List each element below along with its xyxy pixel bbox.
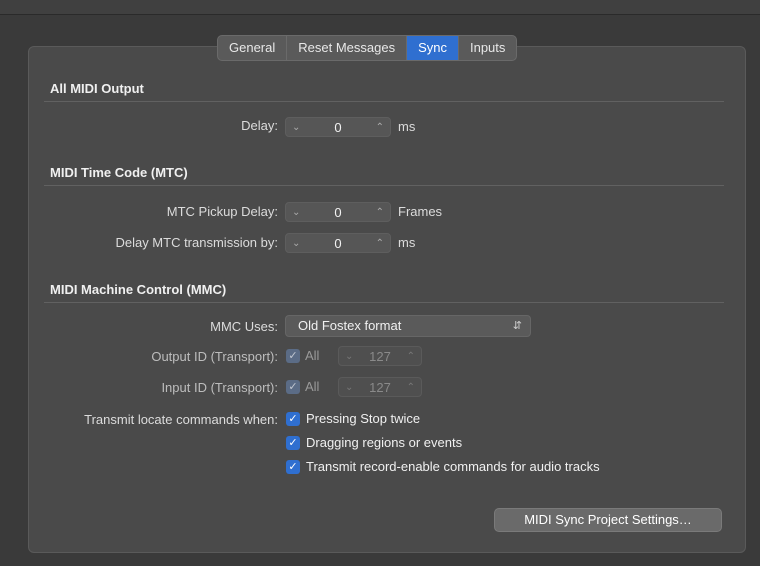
record-enable-commands-label: Transmit record-enable commands for audi…	[306, 459, 600, 474]
tab-general[interactable]: General	[218, 36, 288, 60]
delay-mtc-transmission-stepper[interactable]: ⌄ 0 ⌃	[285, 233, 391, 253]
chevron-down-icon[interactable]: ⌄	[345, 382, 353, 393]
output-id-all-label: All	[305, 348, 320, 363]
section-title-mmc: MIDI Machine Control (MMC)	[50, 282, 227, 297]
record-enable-commands-checkbox[interactable]: ✓	[286, 460, 300, 474]
mtc-pickup-delay-value: 0	[334, 204, 342, 220]
chevron-up-icon[interactable]: ⌃	[407, 351, 415, 362]
mtc-pickup-delay-stepper[interactable]: ⌄ 0 ⌃	[285, 202, 391, 222]
output-id-label: Output ID (Transport):	[151, 349, 278, 364]
input-id-all-label: All	[305, 379, 320, 394]
chevron-up-icon[interactable]: ⌃	[376, 207, 384, 218]
chevron-up-icon[interactable]: ⌃	[376, 238, 384, 249]
pressing-stop-twice-checkbox[interactable]: ✓	[286, 412, 300, 426]
midi-sync-project-settings-button[interactable]: MIDI Sync Project Settings…	[494, 508, 722, 532]
dragging-regions-checkbox[interactable]: ✓	[286, 436, 300, 450]
divider	[44, 302, 724, 303]
mmc-uses-label: MMC Uses:	[210, 319, 278, 334]
delay-unit: ms	[398, 119, 416, 134]
input-id-all-checkbox[interactable]: ✓	[286, 380, 300, 394]
delay-value: 0	[334, 119, 342, 135]
mmc-uses-select[interactable]: Old Fostex format ⇵	[285, 315, 531, 337]
tab-inputs[interactable]: Inputs	[459, 36, 516, 60]
chevron-down-icon[interactable]: ⌄	[292, 238, 300, 249]
output-id-all-checkbox[interactable]: ✓	[286, 349, 300, 363]
delay-stepper[interactable]: ⌄ 0 ⌃	[285, 117, 391, 137]
mtc-pickup-delay-unit: Frames	[398, 204, 443, 219]
tab-reset-messages[interactable]: Reset Messages	[287, 36, 408, 60]
mtc-pickup-delay-label: MTC Pickup Delay:	[166, 204, 278, 219]
chevron-down-icon[interactable]: ⌄	[345, 351, 353, 362]
input-id-label: Input ID (Transport):	[161, 380, 278, 395]
input-id-value: 127	[369, 379, 391, 395]
window-top-edge	[0, 0, 760, 15]
divider	[44, 185, 724, 186]
delay-label: Delay:	[241, 118, 278, 133]
chevron-down-icon[interactable]: ⌄	[292, 207, 300, 218]
delay-mtc-transmission-label: Delay MTC transmission by:	[115, 235, 278, 250]
transmit-locate-label: Transmit locate commands when:	[84, 412, 278, 427]
tab-bar: General Reset Messages Sync Inputs	[217, 35, 518, 61]
input-id-stepper[interactable]: ⌄ 127 ⌃	[338, 377, 422, 397]
mmc-uses-value: Old Fostex format	[298, 318, 402, 333]
up-down-chevron-icon: ⇵	[512, 320, 522, 332]
chevron-up-icon[interactable]: ⌃	[376, 122, 384, 133]
section-title-mtc: MIDI Time Code (MTC)	[50, 165, 188, 180]
tab-sync[interactable]: Sync	[407, 36, 459, 60]
dragging-regions-label: Dragging regions or events	[306, 435, 463, 450]
chevron-down-icon[interactable]: ⌄	[292, 122, 300, 133]
delay-mtc-transmission-unit: ms	[398, 235, 416, 250]
output-id-stepper[interactable]: ⌄ 127 ⌃	[338, 346, 422, 366]
section-title-all-midi-output: All MIDI Output	[50, 81, 144, 96]
delay-mtc-transmission-value: 0	[334, 235, 342, 251]
output-id-value: 127	[369, 348, 391, 364]
divider	[44, 101, 724, 102]
chevron-up-icon[interactable]: ⌃	[407, 382, 415, 393]
pressing-stop-twice-label: Pressing Stop twice	[306, 411, 421, 426]
